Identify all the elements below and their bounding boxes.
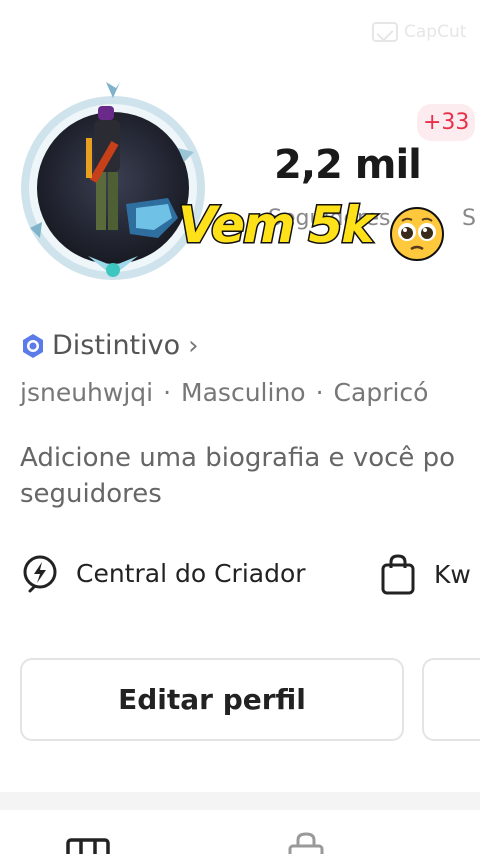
chevron-right-icon: ›	[188, 330, 199, 361]
bio-line-1: Adicione uma biografia e você po	[20, 443, 456, 473]
badge-link[interactable]: Distintivo ›	[20, 330, 199, 361]
username: jsneuhwjqi	[20, 378, 154, 407]
followers-count[interactable]: 2,2 mil	[274, 142, 422, 188]
grid-tab-icon[interactable]	[66, 838, 110, 854]
share-profile-button[interactable]	[422, 658, 480, 741]
shopping-bag-icon	[381, 554, 415, 595]
zodiac-sign: Capricó	[333, 378, 429, 407]
bio-prompt[interactable]: Adicione uma biografia e você po seguido…	[20, 440, 480, 512]
profile-meta: jsneuhwjqi · Masculino · Capricó	[20, 378, 428, 407]
bio-line-2: seguidores	[20, 479, 162, 509]
shop-link[interactable]: Kw	[380, 553, 471, 595]
lightning-bolt-icon	[23, 555, 57, 593]
section-divider	[0, 792, 480, 810]
separator-dot: ·	[163, 378, 172, 407]
creator-center-label: Central do Criador	[76, 558, 306, 588]
edit-profile-button[interactable]: Editar perfil	[20, 658, 404, 741]
shop-label: Kw	[434, 559, 471, 589]
gender: Masculino	[181, 378, 306, 407]
overlay-caption: Vem 5k	[177, 195, 377, 256]
avatar-frame-icon	[21, 82, 205, 280]
profile-avatar[interactable]	[18, 78, 208, 293]
new-followers-badge[interactable]: +33	[417, 104, 476, 141]
capcut-watermark: CapCut	[372, 22, 466, 42]
creator-center-link[interactable]: Central do Criador	[20, 553, 306, 593]
badge-link-label: Distintivo	[52, 330, 181, 361]
lock-tab-icon[interactable]	[284, 832, 328, 854]
capcut-logo-icon	[372, 22, 398, 42]
badge-icon	[23, 333, 43, 358]
following-label[interactable]: S	[462, 206, 476, 231]
watermark-text: CapCut	[404, 22, 467, 42]
pleading-face-icon	[390, 207, 444, 261]
separator-dot: ·	[315, 378, 324, 407]
